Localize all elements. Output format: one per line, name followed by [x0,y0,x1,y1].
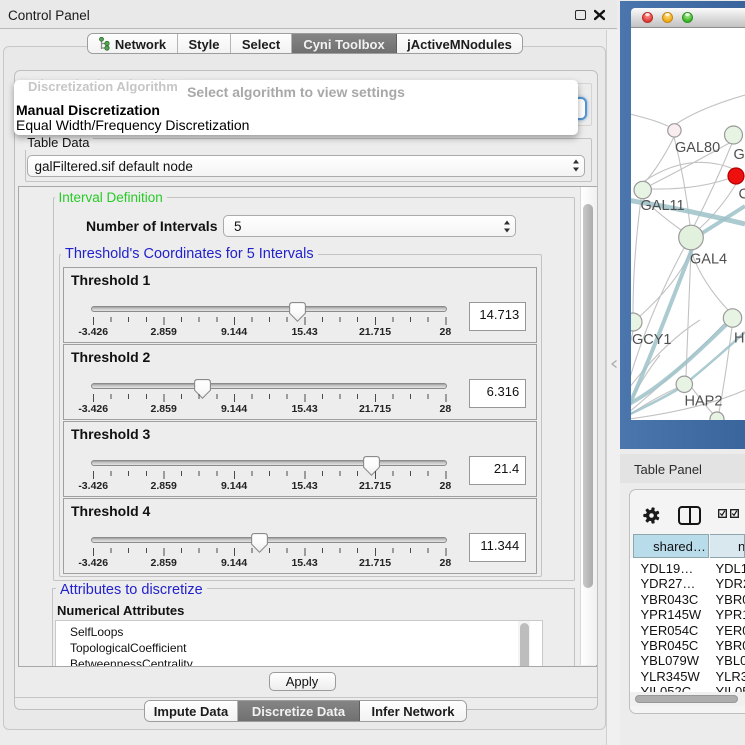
svg-text:H: H [734,331,744,347]
svg-text:C: C [739,187,745,203]
svg-text:GA: GA [734,147,745,163]
svg-text:GAL11: GAL11 [641,198,685,214]
svg-text:HAP2: HAP2 [685,394,723,410]
svg-text:GAL4: GAL4 [690,252,727,268]
svg-text:GCY1: GCY1 [632,332,672,348]
svg-text:GAL80: GAL80 [675,140,720,156]
